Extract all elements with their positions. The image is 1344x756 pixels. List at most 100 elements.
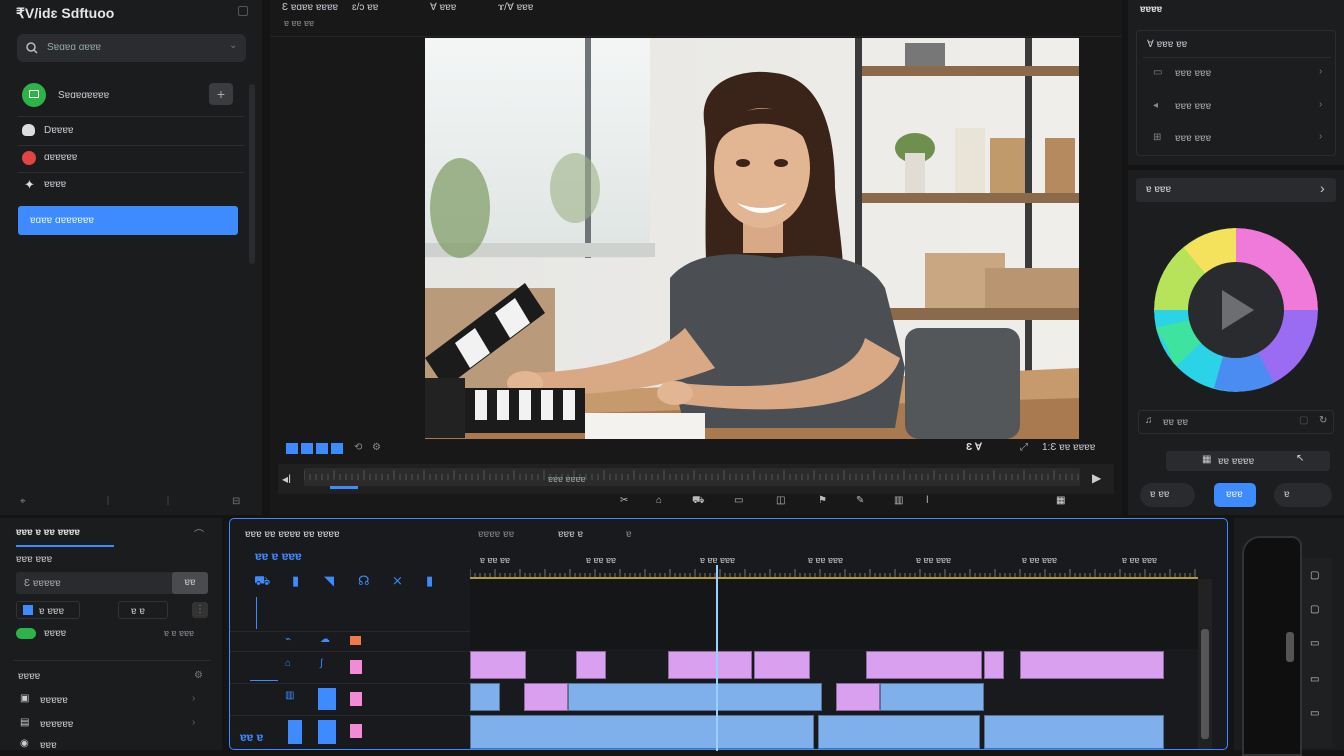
clip[interactable] — [836, 683, 880, 711]
step-back-icon[interactable]: ◂ǀ — [282, 472, 291, 486]
tool-icon[interactable]: ᛁ — [105, 496, 111, 507]
clip[interactable] — [866, 651, 982, 679]
menu-item[interactable]: ɤ/Ɐ ɐɐɐ — [498, 2, 533, 13]
sidebar-active-button[interactable]: ɐɑɐɐ ɑɐɐɐɐɐɐ — [18, 206, 238, 235]
add-button[interactable]: + — [209, 83, 233, 105]
clip[interactable] — [470, 715, 814, 749]
search-field[interactable]: Sɐɑɐɑ ɑɐɐɐ ⌄ — [17, 34, 246, 62]
layer-icon[interactable]: ▭ — [1310, 638, 1319, 649]
clip[interactable] — [524, 683, 568, 711]
home-icon[interactable]: ⌂ — [285, 658, 291, 669]
vertical-scrollbar[interactable] — [1198, 579, 1212, 749]
color-chip[interactable] — [350, 636, 361, 645]
search-row[interactable]: ♫ ɐɐ ɐɐ ▢ ↻ — [1138, 410, 1334, 434]
bars-icon[interactable]: ▥ — [285, 690, 294, 701]
frame-icon[interactable]: ▭ — [734, 495, 743, 506]
marker-block[interactable] — [301, 443, 313, 454]
clip[interactable] — [984, 715, 1164, 749]
color-chip[interactable] — [318, 720, 336, 744]
razor-icon[interactable]: ⛟ — [254, 573, 270, 591]
layer-icon[interactable]: ▭ — [1310, 708, 1319, 719]
more-button[interactable]: ɐ — [1274, 483, 1332, 507]
video-preview[interactable] — [425, 38, 1079, 439]
magnet-icon[interactable]: ☊ — [358, 573, 370, 589]
timeline-track-area[interactable]: ɐ ɐɐ ɐɐ ɐ ɐɐ ɐɐ ɐ ɐɐ ɐɐɐ ɐ ɐɐ ɐɐɐ ɐ ɐɐ ɐ… — [470, 549, 1198, 751]
marker-block[interactable] — [286, 443, 298, 454]
toggle-row[interactable]: ɐɐɐɐ ɐ ɐ ɐɐɐ — [16, 626, 208, 642]
chat-icon[interactable]: ◥ — [324, 573, 334, 589]
slider-thumb[interactable] — [1286, 632, 1294, 662]
audio-icon[interactable]: ⌁ — [285, 634, 291, 645]
flag-icon[interactable]: ⚑ — [818, 495, 827, 506]
sidebar-item-record[interactable]: ɑɐɐɐɐɐ — [20, 149, 236, 167]
clip[interactable] — [576, 651, 606, 679]
color-header[interactable]: ɐ ɐɐɐ › — [1136, 178, 1336, 202]
clip[interactable] — [818, 715, 980, 749]
scrub-bar[interactable]: ◂ǀ ɐɐɐ ɐɐɐɐ ▶ — [278, 464, 1114, 494]
cut-icon[interactable]: ✂ — [620, 495, 628, 506]
playhead[interactable] — [716, 565, 718, 751]
panel-tab-title[interactable]: ɐɐɐ ɐ ɐɐ ɐɐɐɐ — [16, 527, 80, 538]
fullscreen-icon[interactable]: ⤢ — [1020, 442, 1028, 453]
clip[interactable] — [754, 651, 810, 679]
tab[interactable]: ɐɐɐ ɐ — [558, 529, 583, 540]
tool-icon[interactable]: ⊟ — [232, 496, 240, 507]
video-track-2[interactable] — [470, 681, 1198, 713]
more-icon[interactable]: ⋮ — [192, 602, 208, 618]
loop-icon[interactable]: ⟲ — [354, 442, 362, 453]
color-chip[interactable] — [350, 660, 362, 674]
text-input[interactable]: Ɛ ɐɐɐɐɐ ɐɐ — [16, 572, 208, 594]
edit-icon[interactable]: ✎ — [856, 495, 864, 506]
color-chip[interactable] — [318, 688, 336, 710]
value-field[interactable]: ▦ ɐɐ ɐɐɐɐ ↖ — [1166, 451, 1330, 471]
cloud-icon[interactable]: ☁ — [320, 634, 330, 645]
marker-icon[interactable]: ▮ — [292, 573, 299, 589]
settings-icon[interactable]: ⚙ — [194, 670, 203, 681]
marker-block[interactable] — [331, 443, 343, 454]
chip-button[interactable]: ɐ ɐ — [118, 601, 168, 619]
speaker-icon[interactable]: Ɛ Ɐ — [966, 442, 982, 453]
list-item[interactable]: ▤ ɐɐɐɐɐɐ › — [16, 715, 208, 733]
video-track-1[interactable] — [470, 649, 1198, 681]
audio-track[interactable] — [470, 713, 1198, 751]
inspector-item[interactable]: ⊞ ɐɐɐ ɐɐɐ › — [1143, 128, 1331, 150]
sidebar-item-cloud[interactable]: Dɐɐɐɐ — [20, 122, 236, 140]
play-icon[interactable]: ▶ — [1092, 471, 1101, 485]
tab[interactable]: ɐɐɐɐ ɐɐ — [478, 529, 514, 540]
list-item[interactable]: ▣ ɐɐɐɐɐ › — [16, 691, 208, 709]
collapse-icon[interactable] — [238, 6, 248, 16]
tab[interactable]: ɐ — [626, 529, 632, 540]
color-chip[interactable] — [350, 692, 362, 706]
clip[interactable] — [1020, 651, 1164, 679]
menu-item[interactable]: Ɛ ɐɑɐɐ ɐɐɐɐ — [282, 2, 338, 13]
apply-button[interactable]: ɐɐɐ — [1214, 483, 1256, 507]
marker-block[interactable] — [316, 443, 328, 454]
tool-icon[interactable]: ⌖ — [20, 496, 26, 507]
clip[interactable] — [568, 683, 822, 711]
color-wheel[interactable] — [1154, 228, 1318, 392]
tool-icon[interactable]: ᛁ — [165, 496, 171, 507]
inspector-item[interactable]: ▭ ɐɐɐ ɐɐɐ › — [1143, 63, 1331, 85]
settings-icon[interactable]: ⚙ — [372, 442, 381, 453]
clip[interactable] — [470, 651, 526, 679]
scrollbar[interactable] — [249, 84, 255, 264]
inspector-item[interactable]: ◂ ɐɐɐ ɐɐɐ › — [1143, 96, 1331, 118]
box-icon[interactable]: ▮ — [426, 573, 433, 589]
layer-icon[interactable]: ▭ — [1310, 674, 1319, 685]
color-chip[interactable] — [288, 720, 302, 744]
sidebar-item-wand[interactable]: ✦ ɐɐɐɐ — [20, 176, 236, 194]
lock-icon[interactable]: ⌂ — [656, 495, 662, 506]
curve-icon[interactable]: ∫ — [320, 658, 323, 669]
clip[interactable] — [668, 651, 752, 679]
menu-item[interactable]: Ɐ ɐɐɐ — [430, 2, 456, 13]
clip[interactable] — [880, 683, 984, 711]
layer-icon[interactable]: ▢ — [1310, 604, 1319, 615]
slice-icon[interactable]: ⨯ — [392, 573, 403, 589]
menu-item[interactable]: ɛ/ɔ ɐɐ — [352, 2, 378, 13]
back-button[interactable]: ɐ ɐɐ — [1140, 483, 1195, 507]
marker-icon[interactable]: ǀ — [926, 495, 929, 506]
camera-icon[interactable]: ⛟ — [692, 495, 705, 508]
clip[interactable] — [470, 683, 500, 711]
bars-icon[interactable]: ▥ — [894, 495, 903, 506]
close-icon[interactable]: ⌒ — [194, 526, 204, 541]
